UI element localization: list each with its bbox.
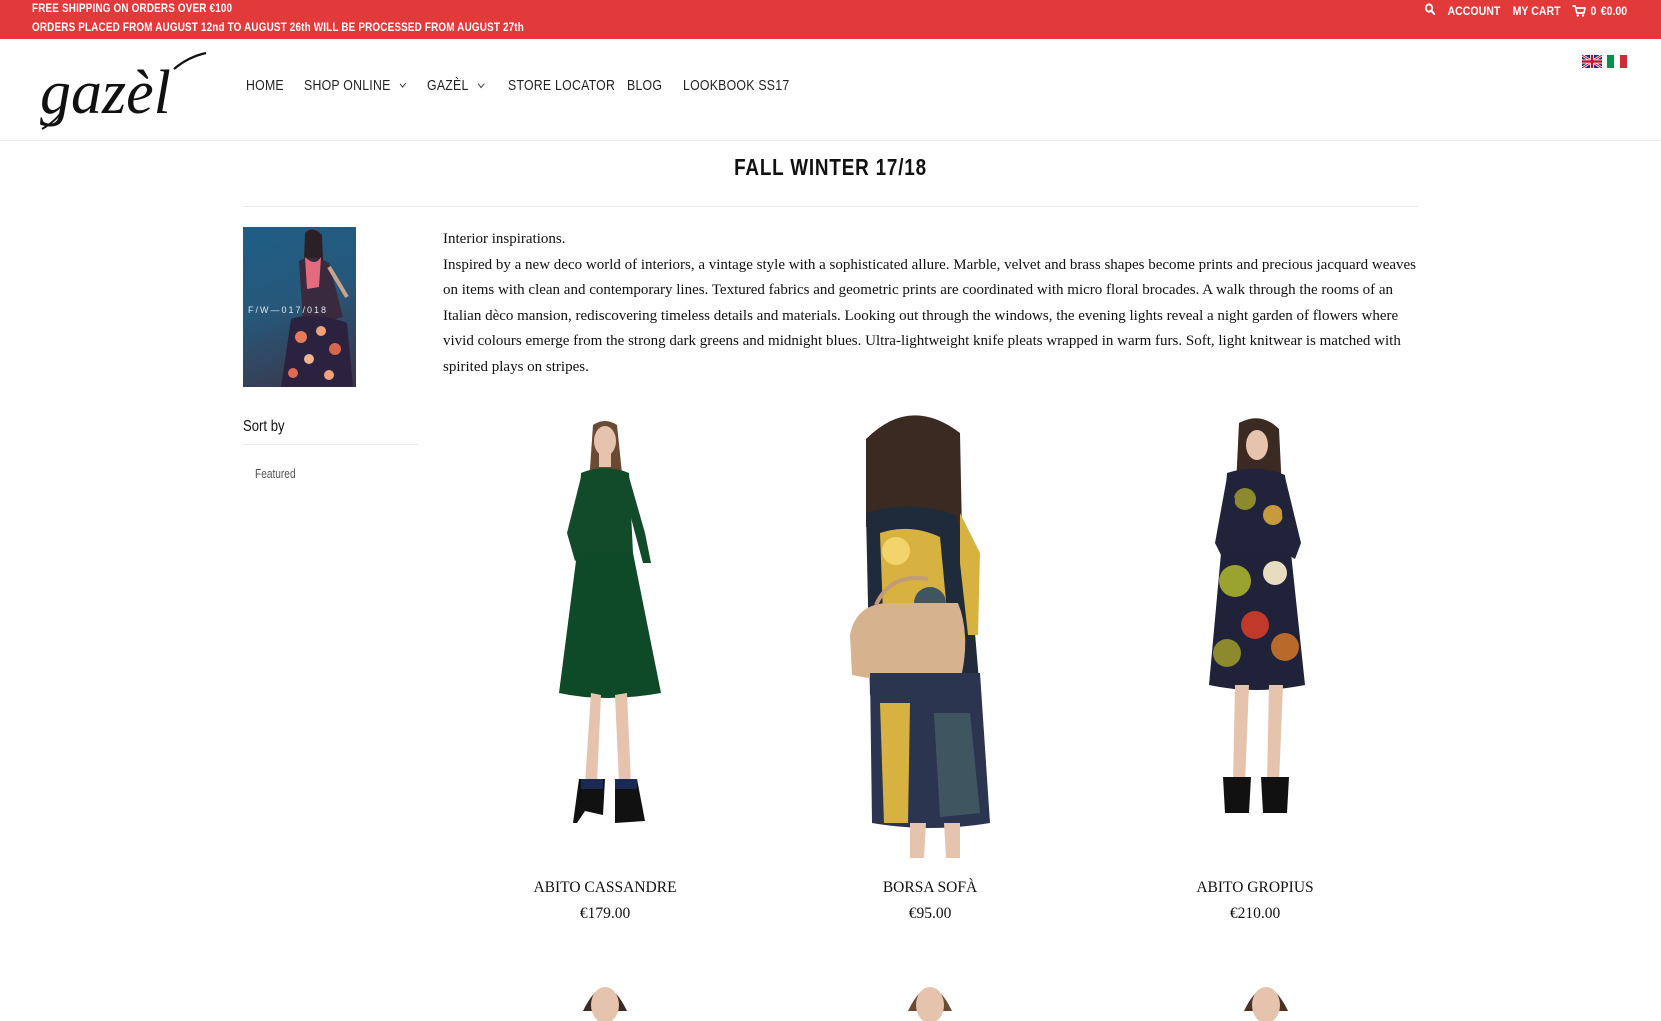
page-title: FALL WINTER 17/18 xyxy=(734,154,927,180)
cart-total: €0.00 xyxy=(1600,3,1627,18)
product-image[interactable] xyxy=(1135,403,1375,858)
sort-divider xyxy=(243,444,418,445)
announcement-bar: FREE SHIPPING ON ORDERS OVER €100 ORDERS… xyxy=(0,0,1661,39)
nav-item-shop-online[interactable]: SHOP ONLINE xyxy=(304,77,406,94)
product-price: €210.00 xyxy=(1229,905,1281,922)
main-nav: HOME SHOP ONLINE GAZÈL STORE LOCATOR BLO… xyxy=(246,77,793,94)
cart-icon xyxy=(1572,4,1586,17)
gazel-logo[interactable]: gazèl xyxy=(36,49,212,135)
nav-item-home[interactable]: HOME xyxy=(246,77,294,94)
product-price: €179.00 xyxy=(579,905,631,922)
chevron-down-icon xyxy=(399,79,406,88)
collection-image-caption: F/W—017/018 xyxy=(248,305,329,315)
product-name[interactable]: ABITO CASSANDRE xyxy=(455,879,755,897)
description-intro: Interior inspirations. xyxy=(443,231,566,247)
product-image-peek[interactable] xyxy=(575,971,635,1021)
chevron-down-icon xyxy=(477,79,485,88)
utility-links: ACCOUNT MY CART 0 €0.00 xyxy=(1424,3,1627,18)
collection-image: F/W—017/018 xyxy=(243,227,356,387)
product-name[interactable]: BORSA SOFÀ xyxy=(780,879,1080,897)
product-image-peek[interactable] xyxy=(900,971,960,1021)
sort-by-heading: Sort by xyxy=(243,418,285,435)
nav-item-gazel[interactable]: GAZÈL xyxy=(427,77,493,94)
nav-item-blog[interactable]: BLOG xyxy=(627,77,673,94)
sort-option-featured[interactable]: Featured xyxy=(255,466,296,481)
search-icon[interactable] xyxy=(1424,3,1436,18)
product-image[interactable] xyxy=(810,403,1050,858)
my-cart-link[interactable]: MY CART xyxy=(1512,4,1560,18)
italy-flag-icon[interactable] xyxy=(1607,55,1627,68)
cart-summary[interactable]: 0 €0.00 xyxy=(1572,3,1627,18)
collection-description: Interior inspirations. Inspired by a new… xyxy=(443,227,1423,381)
product-price: €95.00 xyxy=(908,905,952,922)
product-image-peek[interactable] xyxy=(1236,971,1296,1021)
description-body: Inspired by a new deco world of interior… xyxy=(443,256,1417,375)
announcement-shipping: FREE SHIPPING ON ORDERS OVER €100 xyxy=(32,3,233,15)
product-image[interactable] xyxy=(485,403,725,858)
announcement-orders: ORDERS PLACED FROM AUGUST 12nd TO AUGUST… xyxy=(32,22,525,34)
uk-flag-icon[interactable] xyxy=(1582,55,1602,68)
cart-count: 0 xyxy=(1590,3,1597,18)
product-name[interactable]: ABITO GROPIUS xyxy=(1105,879,1405,897)
nav-item-store-locator[interactable]: STORE LOCATOR xyxy=(508,77,615,94)
svg-text:gazèl: gazèl xyxy=(40,59,171,127)
account-link[interactable]: ACCOUNT xyxy=(1447,4,1500,18)
nav-item-lookbook-ss17[interactable]: LOOKBOOK SS17 xyxy=(683,77,789,94)
site-header: gazèl HOME SHOP ONLINE GAZÈL STORE LOCAT… xyxy=(0,39,1661,141)
language-switcher xyxy=(1582,55,1627,68)
title-divider xyxy=(243,206,1418,207)
